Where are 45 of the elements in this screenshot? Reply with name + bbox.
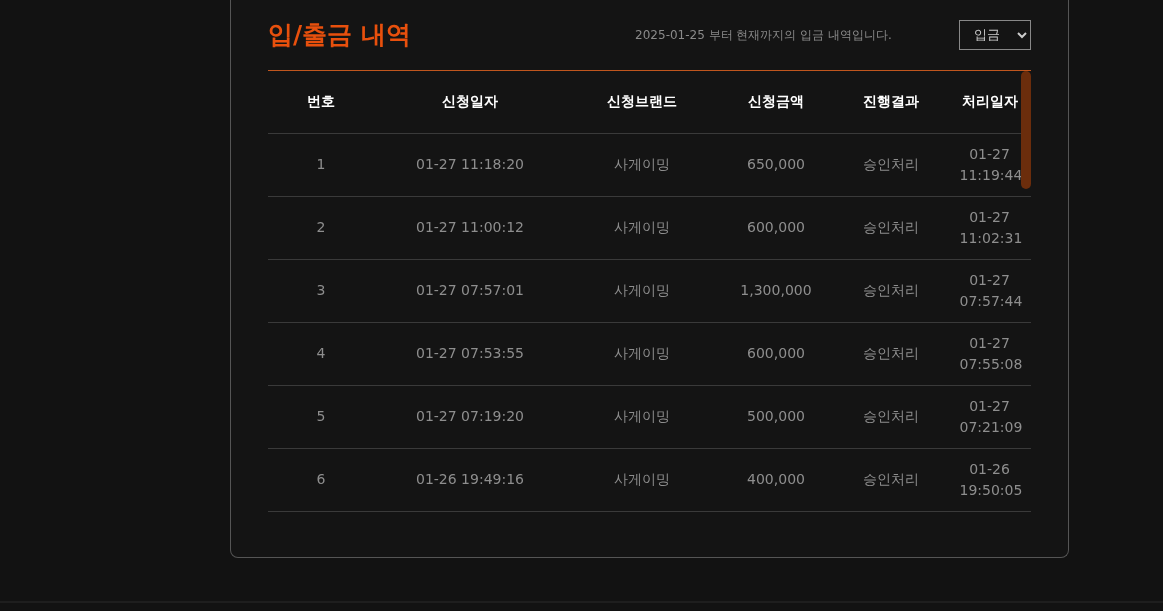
- column-header: 신청브랜드: [566, 71, 718, 133]
- table-cell-text: 01-27 11:02:31: [959, 207, 1020, 248]
- table-cell: 승인처리: [863, 219, 919, 235]
- table-cell: 01-27 07:19:20: [416, 408, 524, 424]
- table-cell: 01-26 19:49:16: [416, 471, 524, 487]
- table-cell: 650,000: [747, 156, 805, 172]
- table-cell: 승인처리: [863, 282, 919, 298]
- table-cell: 사게이밍: [614, 282, 670, 298]
- scrollbar-thumb[interactable]: [1021, 71, 1031, 189]
- table-cell-text: 01-26 19:50:05: [959, 459, 1020, 500]
- type-select[interactable]: 입금: [959, 19, 1031, 50]
- table-cell: 600,000: [747, 219, 805, 235]
- table-cell: 600,000: [747, 345, 805, 361]
- table-cell: 승인처리: [863, 471, 919, 487]
- column-header: 진행결과: [834, 71, 948, 133]
- table-cell: 01-27 11:00:12: [416, 219, 524, 235]
- table-cell: 사게이밍: [614, 471, 670, 487]
- table-cell: 500,000: [747, 408, 805, 424]
- table-cell: 1: [316, 156, 326, 172]
- table-cell: 사게이밍: [614, 345, 670, 361]
- table-cell: 승인처리: [863, 156, 919, 172]
- table-cell: 3: [316, 282, 326, 298]
- table-cell: 4: [316, 345, 326, 361]
- table-cell: 01-27 11:18:20: [416, 156, 524, 172]
- table-cell: 1,300,000: [740, 282, 812, 298]
- column-header: 신청일자: [374, 71, 566, 133]
- table-cell: 400,000: [747, 471, 805, 487]
- table-cell: 사게이밍: [614, 408, 670, 424]
- table-cell: 사게이밍: [614, 219, 670, 235]
- table-cell-text: 01-27 11:19:44: [959, 144, 1020, 185]
- table-cell: 승인처리: [863, 345, 919, 361]
- table-cell-text: 01-27 07:57:44: [959, 270, 1020, 311]
- table-cell: 사게이밍: [614, 156, 670, 172]
- column-header: 번호: [268, 71, 374, 133]
- table-cell-text: 01-27 07:21:09: [959, 396, 1020, 437]
- table-cell: 01-27 07:53:55: [416, 345, 524, 361]
- table-cell: 5: [316, 408, 326, 424]
- table-cell: 2: [316, 219, 326, 235]
- table-cell: 01-27 07:57:01: [416, 282, 524, 298]
- page-title: 입/출금 내역: [268, 18, 412, 51]
- table-cell-text: 01-27 07:55:08: [959, 333, 1020, 374]
- table-cell: 6: [316, 471, 326, 487]
- table-cell: 승인처리: [863, 408, 919, 424]
- notice-text: 2025-01-25 부터 현재까지의 입금 내역입니다.: [634, 26, 893, 44]
- column-header: 신청금액: [718, 71, 834, 133]
